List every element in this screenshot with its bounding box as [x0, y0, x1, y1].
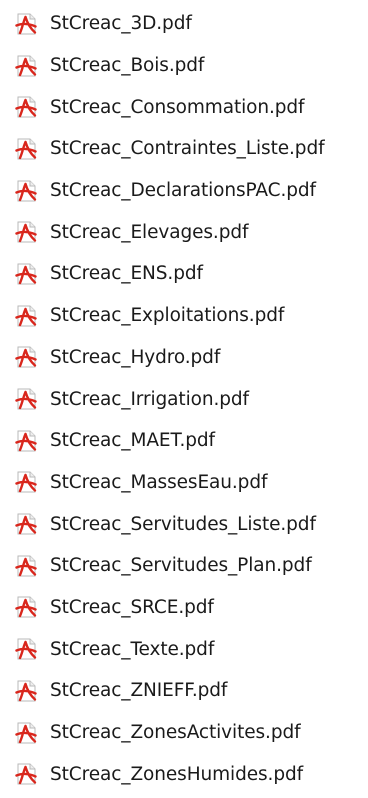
file-item[interactable]: StCreac_Exploitations.pdf — [0, 295, 368, 337]
file-item[interactable]: StCreac_Contraintes_Liste.pdf — [0, 128, 368, 170]
file-name: StCreac_DeclarationsPAC.pdf — [50, 180, 316, 202]
pdf-file-icon — [15, 138, 37, 160]
file-item[interactable]: StCreac_Consommation.pdf — [0, 86, 368, 128]
file-name: StCreac_Elevages.pdf — [50, 221, 249, 243]
pdf-file-icon — [15, 263, 37, 285]
file-item[interactable]: StCreac_ZonesActivites.pdf — [0, 712, 368, 754]
file-name: StCreac_ZonesHumides.pdf — [50, 763, 304, 785]
pdf-file-icon — [15, 638, 37, 660]
file-name: StCreac_Contraintes_Liste.pdf — [50, 138, 325, 160]
file-name: StCreac_Servitudes_Plan.pdf — [50, 555, 312, 577]
pdf-file-icon — [15, 680, 37, 702]
file-name: StCreac_MassesEau.pdf — [50, 471, 268, 493]
pdf-file-icon — [15, 13, 37, 35]
file-item[interactable]: StCreac_Hydro.pdf — [0, 337, 368, 379]
pdf-file-icon — [15, 763, 37, 785]
pdf-file-icon — [15, 180, 37, 202]
file-item[interactable]: StCreac_ZNIEFF.pdf — [0, 670, 368, 712]
file-list: StCreac_3D.pdf StCreac_Bois.pdf StCreac_… — [0, 3, 368, 795]
file-name: StCreac_Texte.pdf — [50, 638, 215, 660]
pdf-file-icon — [15, 55, 37, 77]
file-item[interactable]: StCreac_Bois.pdf — [0, 45, 368, 87]
file-item[interactable]: StCreac_Elevages.pdf — [0, 211, 368, 253]
file-name: StCreac_ENS.pdf — [50, 263, 203, 285]
pdf-file-icon — [15, 221, 37, 243]
file-item[interactable]: StCreac_MassesEau.pdf — [0, 462, 368, 504]
pdf-file-icon — [15, 305, 37, 327]
file-item[interactable]: StCreac_ZonesHumides.pdf — [0, 753, 368, 795]
file-name: StCreac_Bois.pdf — [50, 55, 205, 77]
file-item[interactable]: StCreac_3D.pdf — [0, 3, 368, 45]
file-name: StCreac_MAET.pdf — [50, 430, 215, 452]
pdf-file-icon — [15, 430, 37, 452]
file-item[interactable]: StCreac_MAET.pdf — [0, 420, 368, 462]
pdf-file-icon — [15, 388, 37, 410]
file-name: StCreac_Irrigation.pdf — [50, 388, 249, 410]
file-name: StCreac_Exploitations.pdf — [50, 305, 285, 327]
file-item[interactable]: StCreac_ENS.pdf — [0, 253, 368, 295]
file-item[interactable]: StCreac_DeclarationsPAC.pdf — [0, 170, 368, 212]
file-name: StCreac_Servitudes_Liste.pdf — [50, 513, 316, 535]
file-name: StCreac_ZNIEFF.pdf — [50, 680, 228, 702]
pdf-file-icon — [15, 346, 37, 368]
file-item[interactable]: StCreac_Servitudes_Plan.pdf — [0, 545, 368, 587]
pdf-file-icon — [15, 596, 37, 618]
file-name: StCreac_Hydro.pdf — [50, 346, 221, 368]
pdf-file-icon — [15, 513, 37, 535]
file-name: StCreac_SRCE.pdf — [50, 596, 214, 618]
file-name: StCreac_3D.pdf — [50, 13, 192, 35]
file-item[interactable]: StCreac_SRCE.pdf — [0, 587, 368, 629]
file-name: StCreac_Consommation.pdf — [50, 96, 305, 118]
pdf-file-icon — [15, 471, 37, 493]
file-item[interactable]: StCreac_Servitudes_Liste.pdf — [0, 503, 368, 545]
pdf-file-icon — [15, 722, 37, 744]
pdf-file-icon — [15, 96, 37, 118]
file-item[interactable]: StCreac_Texte.pdf — [0, 628, 368, 670]
file-item[interactable]: StCreac_Irrigation.pdf — [0, 378, 368, 420]
file-name: StCreac_ZonesActivites.pdf — [50, 722, 301, 744]
pdf-file-icon — [15, 555, 37, 577]
